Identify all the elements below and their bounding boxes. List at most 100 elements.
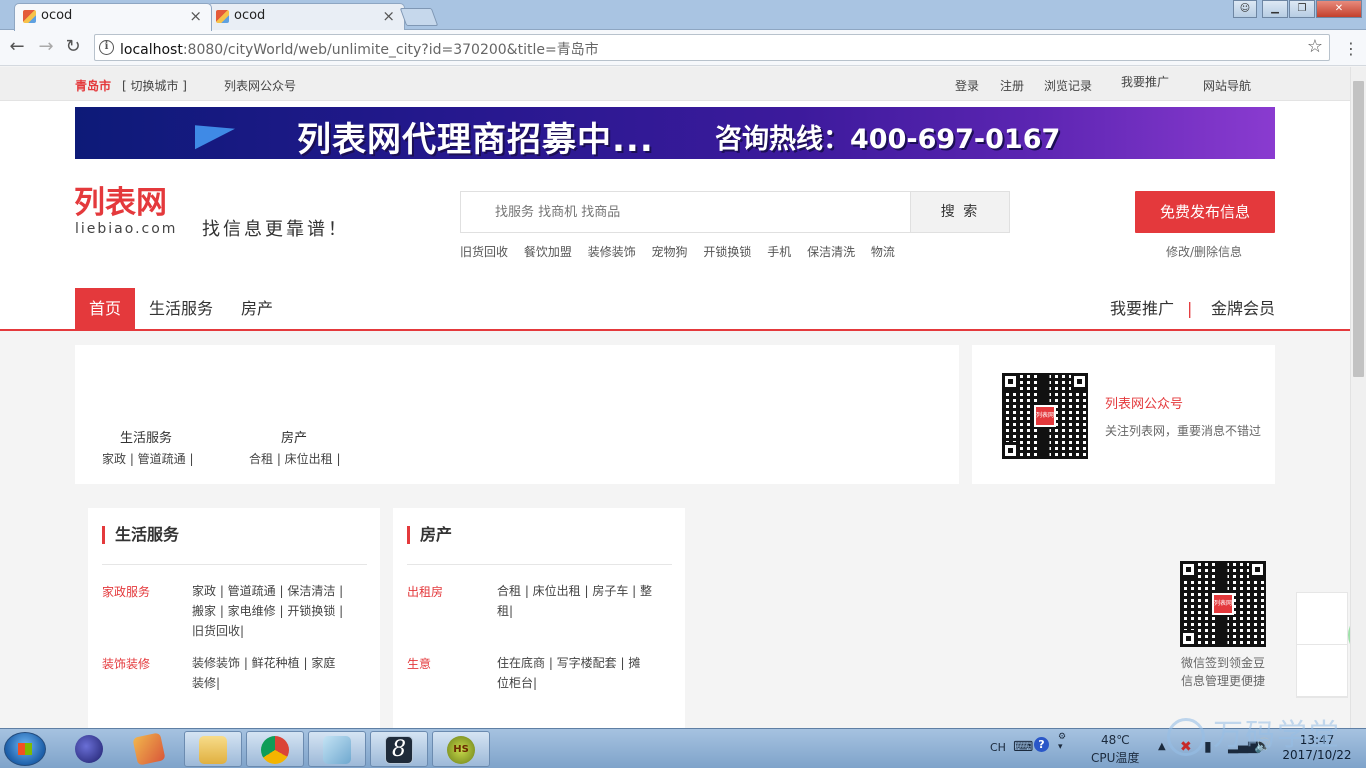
register-link[interactable]: 注册 (1000, 77, 1024, 94)
edit-delete-link[interactable]: 修改/删除信息 (1166, 243, 1242, 260)
ime-settings-icon[interactable]: ⚙ ▾ (1058, 732, 1066, 752)
subcategory-links[interactable]: 合租 | 床位出租 | 房子车 | 整 租| (497, 581, 652, 621)
nav-real-estate[interactable]: 房产 (241, 288, 273, 329)
banner-hotline: 咨询热线：400-697-0167 (715, 124, 1061, 155)
side-qr-caption: 微信签到领金豆 (1181, 656, 1266, 670)
address-bar[interactable]: i localhost:8080/cityWorld/web/unlimite_… (94, 34, 1330, 61)
taskbar-editor[interactable] (308, 731, 366, 767)
info-icon[interactable]: i (99, 40, 114, 55)
taskbar-eclipse[interactable] (61, 731, 119, 767)
start-button[interactable] (4, 732, 46, 766)
browser-tab-1[interactable]: ocod × (14, 3, 212, 31)
main-nav: 首页 生活服务 房产 我要推广 | 金牌会员 (0, 288, 1350, 331)
arrow-decoration-icon (195, 116, 235, 150)
minimize-button[interactable]: ▁ (1262, 0, 1288, 18)
taskbar-sublime[interactable]: 8 (370, 731, 428, 767)
real-estate-card: 房产 出租房 合租 | 床位出租 | 房子车 | 整 租| 生意 住在底商 | … (393, 508, 685, 728)
hotword-link[interactable]: 旧货回收 (460, 245, 508, 259)
category-title-life[interactable]: 生活服务 (120, 427, 172, 446)
hotword-link[interactable]: 宠物狗 (652, 245, 688, 259)
forward-arrow-icon[interactable]: → (35, 36, 57, 58)
browser-toolbar: ← → ↻ i localhost:8080/cityWorld/web/unl… (0, 30, 1366, 66)
ad-banner[interactable]: 列表网代理商招募中... 咨询热线：400-697-0167 (75, 107, 1275, 159)
hot-keywords: 旧货回收 餐饮加盟 装修装饰 宠物狗 开锁换锁 手机 保洁清洗 物流 (460, 243, 907, 260)
subcategory-label[interactable]: 家政服务 (102, 583, 150, 600)
hotword-link[interactable]: 餐饮加盟 (524, 245, 572, 259)
floating-toolbar-slot[interactable] (1297, 593, 1347, 645)
page-scrollbar[interactable] (1350, 67, 1366, 728)
login-link[interactable]: 登录 (955, 77, 979, 94)
subcategory-links[interactable]: 家政 | 管道疏通 | 保洁清洁 | 搬家 | 家电维修 | 开锁换锁 | 旧货… (192, 581, 343, 641)
subcategory-label[interactable]: 生意 (407, 655, 431, 672)
taskbar-notes[interactable] (121, 731, 179, 767)
tab-title: ocod (41, 8, 73, 23)
web-page: 青岛市 [ 切换城市 ] 列表网公众号 登录 注册 浏览记录 我要推广 网站导航… (0, 67, 1350, 728)
hotword-link[interactable]: 手机 (767, 245, 791, 259)
taskbar-explorer[interactable] (184, 731, 242, 767)
watermark: 万码学堂 (1167, 710, 1341, 756)
taskbar-hs[interactable]: HS (432, 731, 490, 767)
category-title-realestate[interactable]: 房产 (281, 427, 307, 446)
nav-gold-member[interactable]: 金牌会员 (1211, 288, 1275, 329)
qr-logo: 列表网 (1212, 593, 1234, 615)
category-links-realestate[interactable]: 合租 | 床位出租 | (249, 450, 341, 467)
history-link[interactable]: 浏览记录 (1044, 77, 1092, 94)
reload-icon[interactable]: ↻ (62, 36, 84, 58)
divider (102, 564, 367, 565)
promote-link[interactable]: 我要推广 (1121, 73, 1169, 90)
side-qr-code: 列表网 (1180, 561, 1266, 647)
close-tab-icon[interactable]: × (189, 4, 202, 28)
user-profile-button[interactable]: ☺ (1233, 0, 1257, 18)
browser-menu-icon[interactable]: ⋮ (1343, 40, 1359, 58)
site-logo-domain: liebiao.com (75, 221, 178, 237)
hotword-link[interactable]: 装修装饰 (588, 245, 636, 259)
life-services-card: 生活服务 家政服务 家政 | 管道疏通 | 保洁清洁 | 搬家 | 家电维修 |… (88, 508, 380, 728)
taskbar-chrome[interactable] (246, 731, 304, 767)
show-hidden-icons[interactable]: ▲ (1158, 741, 1166, 752)
hotword-link[interactable]: 开锁换锁 (703, 245, 751, 259)
hotword-link[interactable]: 保洁清洗 (807, 245, 855, 259)
wechat-title[interactable]: 列表网公众号 (1105, 393, 1183, 412)
search-button[interactable]: 搜 索 (910, 191, 1010, 233)
nav-separator: | (1187, 299, 1193, 318)
new-tab-button[interactable] (399, 8, 439, 26)
floating-toolbar[interactable] (1296, 592, 1348, 698)
close-window-button[interactable]: ✕ (1316, 0, 1362, 18)
url-text[interactable]: localhost:8080/cityWorld/web/unlimite_ci… (120, 39, 599, 59)
subcategory-links[interactable]: 装修装饰 | 鲜花种植 | 家庭 装修| (192, 653, 335, 693)
divider (407, 564, 672, 565)
help-icon[interactable]: ? (1034, 737, 1049, 752)
site-nav-link[interactable]: 网站导航 (1203, 77, 1251, 94)
bookmark-star-icon[interactable]: ☆ (1307, 36, 1323, 57)
publish-button[interactable]: 免费发布信息 (1135, 191, 1275, 233)
wechat-account-link[interactable]: 列表网公众号 (224, 77, 296, 94)
hs-icon: HS (447, 736, 475, 764)
card-title: 生活服务 (102, 526, 179, 544)
category-links-life[interactable]: 家政 | 管道疏通 | (102, 450, 194, 467)
back-arrow-icon[interactable]: ← (6, 36, 28, 58)
tab-title: ocod (234, 8, 266, 23)
keyboard-icon[interactable]: ⌨ (1013, 739, 1033, 755)
subcategory-label[interactable]: 装饰装修 (102, 655, 150, 672)
nav-life-services[interactable]: 生活服务 (149, 288, 213, 329)
watermark-logo-icon (1167, 717, 1205, 756)
scrollbar-thumb[interactable] (1353, 81, 1364, 377)
hotword-link[interactable]: 物流 (871, 245, 895, 259)
switch-city-link[interactable]: [ 切换城市 ] (122, 77, 187, 94)
notes-icon (132, 732, 166, 766)
input-language[interactable]: CH (990, 741, 1006, 754)
site-logo[interactable]: 列表网 (74, 186, 167, 220)
close-tab-icon[interactable]: × (382, 4, 395, 28)
search-input[interactable] (460, 191, 911, 233)
nav-home[interactable]: 首页 (75, 288, 135, 329)
nav-promote[interactable]: 我要推广 (1110, 288, 1174, 329)
site-slogan: 找信息更靠谱！ (202, 219, 349, 240)
favicon-icon (23, 10, 36, 23)
floating-toolbar-slot[interactable] (1297, 645, 1347, 697)
subcategory-links[interactable]: 住在底商 | 写字楼配套 | 摊 位柜台| (497, 653, 640, 693)
maximize-button[interactable]: ❐ (1289, 0, 1315, 18)
windows-taskbar: 8 HS CH ⌨ ? ⚙ ▾ 48℃ CPU温度 ▲ ✖ ▮ ▂▄▆ 🔊 13:… (0, 728, 1366, 768)
cpu-temperature-label: CPU温度 (1091, 751, 1140, 765)
browser-tab-2[interactable]: ocod × (207, 3, 405, 30)
subcategory-label[interactable]: 出租房 (407, 583, 443, 600)
